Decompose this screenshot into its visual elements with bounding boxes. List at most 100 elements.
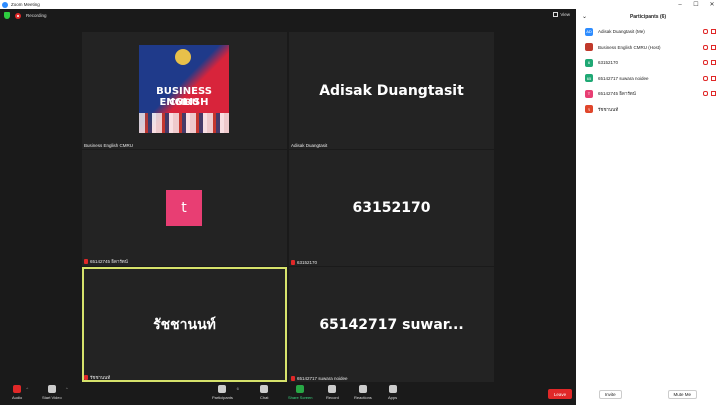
participant-row[interactable]: 6 63152170 [576, 55, 720, 71]
video-tile-active-speaker[interactable]: รัชชานนท์ รัชชานนท์ [82, 267, 287, 382]
participant-row[interactable]: ร รัชชานนท์ [576, 102, 720, 118]
tile-name: Adisak Duangtasit [291, 143, 328, 148]
close-button[interactable]: ✕ [704, 0, 720, 9]
avatar: T [585, 89, 593, 98]
chat-button[interactable]: Chat [260, 385, 268, 400]
chevron-up-icon[interactable]: ^ [66, 386, 68, 391]
muted-mic-icon [703, 91, 708, 97]
mute-me-button[interactable]: Mute Me [667, 390, 698, 399]
participant-name: 65142745 ธิดารัตน์ [598, 91, 636, 97]
minimize-button[interactable]: – [672, 0, 688, 9]
avatar: ร [585, 105, 593, 114]
video-tile[interactable]: 65142717 suwar... 65142717 suwara noidee [289, 267, 494, 382]
reactions-label: Reactions [354, 395, 372, 400]
record-button[interactable]: Record [326, 385, 339, 400]
leave-button[interactable]: Leave [548, 389, 572, 399]
tile-name: 65142745 ธิดารัตน์ [90, 259, 128, 264]
view-button[interactable]: View [553, 12, 570, 17]
grid-icon [553, 12, 559, 17]
participant-status [703, 60, 716, 66]
tile-name: รัชชานนท์ [90, 375, 111, 380]
participant-name: รัชชานนท์ [598, 106, 619, 112]
record-label: Record [326, 395, 339, 400]
meeting-toolbar: Audio ^ Start Video ^ Participants 6 Cha… [0, 383, 576, 405]
avatar: 6 [585, 58, 593, 67]
panel-footer: Invite Mute Me [576, 390, 720, 399]
muted-mic-icon [291, 260, 295, 265]
avatar [585, 43, 593, 52]
logo-line-2: CMRU [169, 98, 199, 108]
panel-header: ⌄ Participants (6) [576, 9, 720, 24]
apps-button[interactable]: Apps [388, 385, 397, 400]
participant-row[interactable]: 65 65142717 suwara noidee [576, 71, 720, 87]
apps-label: Apps [388, 395, 398, 400]
participant-row[interactable]: T 65142745 ธิดารัตน์ [576, 86, 720, 102]
recording-label: Recording [26, 13, 47, 18]
participant-name: Adisak Duangtasit (Me) [598, 29, 645, 35]
meeting-area: Recording View BUSINESS ENGLISH CMRU Bus… [0, 9, 576, 383]
tile-display-name: 65142717 suwar... [319, 316, 464, 333]
zoom-logo-icon [2, 1, 8, 8]
tile-name: Business English CMRU [84, 143, 134, 148]
start-video-button[interactable]: Start Video ^ [42, 385, 68, 400]
tile-name-tag: Business English CMRU [84, 143, 133, 148]
video-off-icon [47, 385, 56, 393]
video-off-icon [711, 29, 716, 35]
share-screen-icon [296, 385, 305, 393]
video-label: Start Video [42, 395, 62, 400]
tile-name-tag: รัชชานนท์ [84, 374, 110, 381]
participant-row[interactable]: AD Adisak Duangtasit (Me) [576, 24, 720, 40]
tile-name-tag: Adisak Duangtasit [291, 143, 327, 148]
view-label: View [560, 12, 570, 17]
tile-name-tag: 65142745 ธิดารัตน์ [84, 258, 128, 265]
window-controls: – ☐ ✕ [672, 0, 720, 9]
meeting-info: Recording [4, 12, 47, 19]
apps-icon [388, 385, 397, 393]
tile-display-name: Adisak Duangtasit [319, 82, 464, 99]
audio-label: Audio [12, 395, 23, 400]
reactions-button[interactable]: Reactions [354, 385, 372, 400]
reactions-icon [358, 385, 367, 393]
participants-icon [218, 385, 227, 393]
participant-row[interactable]: Business English CMRU (Host) [576, 40, 720, 56]
shield-icon[interactable] [4, 12, 10, 19]
tile-display-name: รัชชานนท์ [153, 316, 216, 333]
tile-name: 63152170 [297, 260, 318, 265]
muted-mic-icon [84, 375, 88, 380]
recording-icon [15, 12, 21, 19]
chat-icon [260, 385, 269, 393]
participant-name: 63152170 [598, 60, 619, 66]
video-off-icon [711, 91, 716, 97]
muted-mic-icon [291, 376, 295, 381]
chevron-up-icon[interactable]: ^ [26, 386, 28, 391]
chevron-down-icon[interactable]: ⌄ [582, 13, 587, 20]
invite-button[interactable]: Invite [598, 390, 622, 399]
participants-panel: ⌄ Participants (6) AD Adisak Duangtasit … [576, 9, 720, 405]
participant-status [703, 29, 716, 35]
tile-display-name: 63152170 [352, 200, 431, 216]
participant-status [703, 75, 716, 81]
university-seal-icon [175, 49, 191, 65]
tile-name-tag: 63152170 [291, 260, 317, 265]
participant-name: Business English CMRU (Host) [598, 44, 661, 50]
video-tile[interactable]: 63152170 63152170 [289, 150, 494, 266]
audio-button[interactable]: Audio ^ [12, 385, 28, 400]
tile-name: 65142717 suwara noidee [297, 376, 348, 381]
maximize-button[interactable]: ☐ [688, 0, 704, 9]
video-tile[interactable]: BUSINESS ENGLISH CMRU Business English C… [82, 32, 287, 149]
participants-count: 6 [236, 386, 239, 391]
record-icon [328, 385, 337, 393]
business-english-logo: BUSINESS ENGLISH CMRU [139, 45, 229, 133]
participants-label: Participants [212, 395, 233, 400]
video-tile[interactable]: t 65142745 ธิดารัตน์ [82, 150, 287, 266]
chat-label: Chat [260, 395, 269, 400]
muted-mic-icon [703, 75, 708, 81]
muted-mic-icon [703, 44, 708, 50]
video-tile[interactable]: Adisak Duangtasit Adisak Duangtasit [289, 32, 494, 149]
avatar: 65 [585, 74, 593, 83]
share-screen-button[interactable]: Share Screen [288, 385, 312, 400]
participants-button[interactable]: Participants 6 [212, 385, 239, 400]
participant-status [703, 91, 716, 97]
video-off-icon [711, 60, 716, 66]
muted-mic-icon [84, 259, 88, 264]
